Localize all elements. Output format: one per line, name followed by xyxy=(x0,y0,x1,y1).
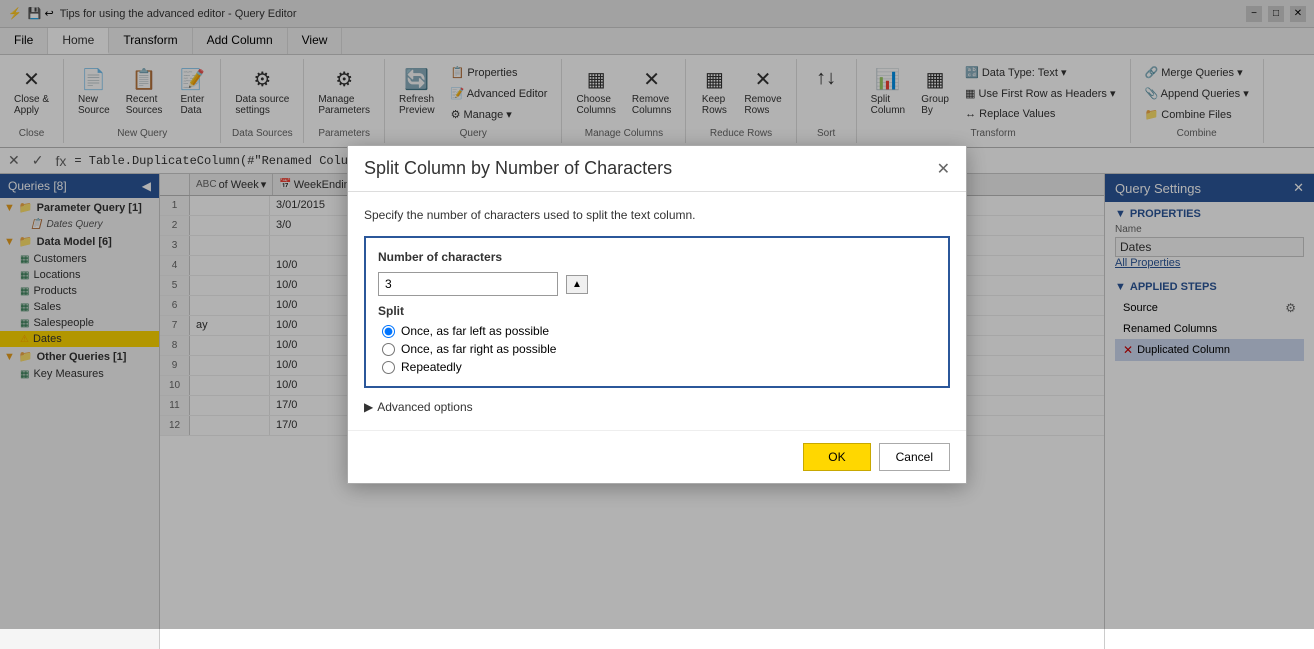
split-column-modal: Split Column by Number of Characters ✕ S… xyxy=(347,145,967,484)
modal-overlay: Split Column by Number of Characters ✕ S… xyxy=(0,0,1314,629)
radio-once-right-input[interactable] xyxy=(382,343,395,356)
radio-once-right-label: Once, as far right as possible xyxy=(401,342,556,356)
advanced-options-chevron-icon: ▶ xyxy=(364,400,373,414)
radio-repeatedly-input[interactable] xyxy=(382,361,395,374)
radio-once-left[interactable]: Once, as far left as possible xyxy=(382,324,936,338)
num-chars-input-row: ▲ xyxy=(378,272,936,296)
split-label: Split xyxy=(378,304,936,318)
modal-body: Specify the number of characters used to… xyxy=(348,192,966,430)
advanced-options-link[interactable]: ▶ Advanced options xyxy=(364,400,950,414)
split-radio-group: Once, as far left as possible Once, as f… xyxy=(382,324,936,374)
radio-once-left-input[interactable] xyxy=(382,325,395,338)
modal-close-button[interactable]: ✕ xyxy=(937,159,950,179)
radio-repeatedly-label: Repeatedly xyxy=(401,360,462,374)
num-chars-label: Number of characters xyxy=(378,250,936,264)
advanced-options-label: Advanced options xyxy=(377,400,472,414)
num-chars-section: Number of characters ▲ Split Once, as fa… xyxy=(364,236,950,388)
spin-up-button[interactable]: ▲ xyxy=(566,275,588,294)
cancel-button[interactable]: Cancel xyxy=(879,443,950,471)
modal-header: Split Column by Number of Characters ✕ xyxy=(348,146,966,192)
ok-button[interactable]: OK xyxy=(803,443,870,471)
radio-repeatedly[interactable]: Repeatedly xyxy=(382,360,936,374)
num-chars-input[interactable] xyxy=(378,272,558,296)
modal-footer: OK Cancel xyxy=(348,430,966,483)
modal-description: Specify the number of characters used to… xyxy=(364,208,950,222)
radio-once-right[interactable]: Once, as far right as possible xyxy=(382,342,936,356)
modal-title: Split Column by Number of Characters xyxy=(364,158,672,179)
radio-once-left-label: Once, as far left as possible xyxy=(401,324,549,338)
